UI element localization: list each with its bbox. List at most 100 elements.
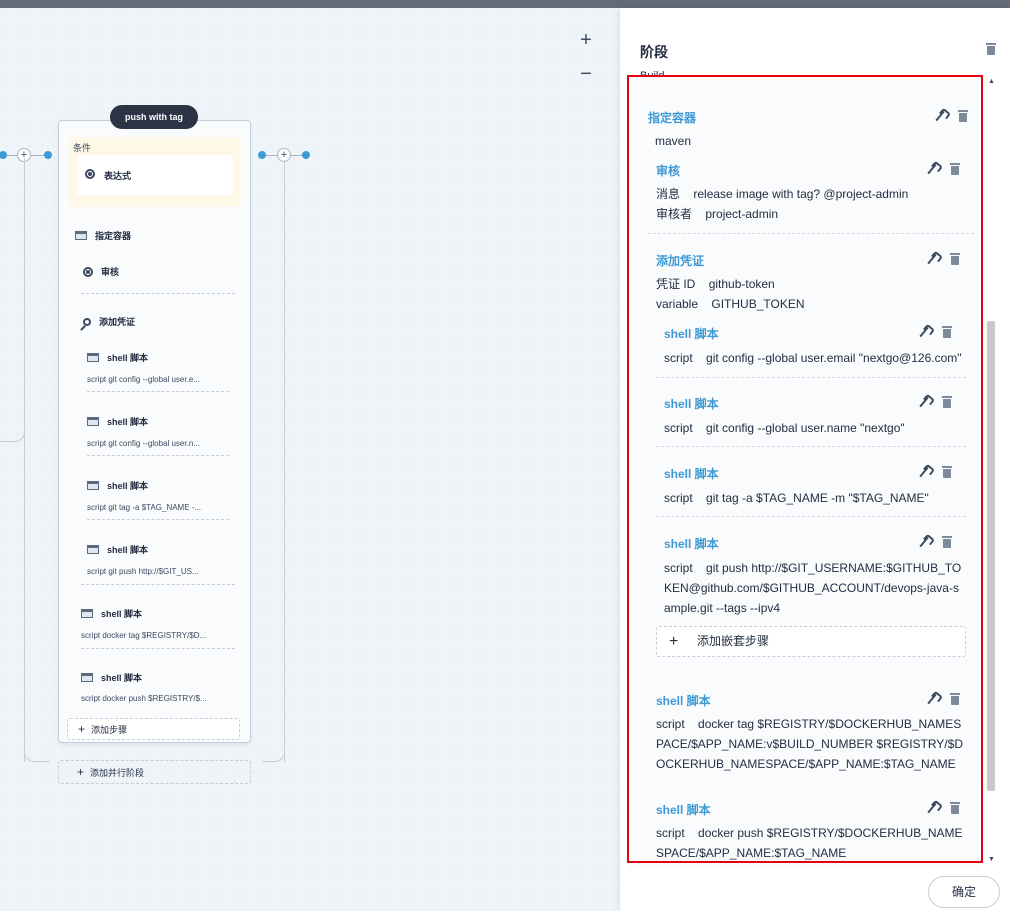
add-parallel-label: 添加并行阶段 (90, 768, 145, 778)
target-icon (85, 169, 95, 179)
credential-variable-value: GITHUB_TOKEN (711, 297, 805, 311)
nested-shell-script: script git config --global user.name "ne… (664, 418, 905, 438)
wrench-icon[interactable] (926, 163, 938, 175)
stage-card[interactable]: 条件 表达式 指定容器 审核 添加凭证 shell 脚本 script git … (58, 120, 251, 743)
step-actions (934, 110, 968, 122)
review-reviewer: 审核者 project-admin (656, 204, 778, 224)
trash-icon[interactable] (950, 802, 960, 814)
wrench-icon[interactable] (918, 326, 930, 338)
step-shell[interactable]: shell 脚本 (87, 543, 148, 556)
trash-icon[interactable] (986, 43, 996, 55)
step-credential[interactable]: 添加凭证 (83, 315, 135, 328)
trash-icon[interactable] (942, 536, 952, 548)
connector-dot (302, 151, 310, 159)
step-review[interactable]: 审核 (83, 265, 119, 278)
confirm-button[interactable]: 确定 (928, 876, 1000, 908)
plus-icon: + (669, 633, 679, 650)
trash-icon[interactable] (942, 396, 952, 408)
step-actions (918, 466, 952, 478)
script-value: git push http://$GIT_USERNAME:$GITHUB_TO… (664, 561, 962, 615)
scroll-up-icon[interactable]: ▲ (988, 78, 995, 85)
shell-script: script docker tag $REGISTRY/$DOCKERHUB_N… (656, 714, 968, 774)
section-title-credential: 添加凭证 (656, 254, 705, 268)
wrench-icon[interactable] (918, 466, 930, 478)
connector-dot (44, 151, 52, 159)
wrench-icon[interactable] (926, 693, 938, 705)
stage-name-badge[interactable]: push with tag (110, 105, 198, 129)
connector-dot (0, 151, 7, 159)
branch-line (24, 158, 25, 762)
script-value: docker push $REGISTRY/$DOCKERHUB_NAMESPA… (656, 826, 963, 860)
plus-icon: + (78, 722, 86, 736)
step-shell[interactable]: shell 脚本 (87, 479, 148, 492)
terminal-icon (81, 673, 93, 682)
reviewer-value: project-admin (705, 207, 779, 221)
add-step-button[interactable]: + 添加步骤 (67, 718, 240, 740)
panel-title: 阶段 (640, 44, 668, 60)
wrench-icon[interactable] (918, 396, 930, 408)
terminal-icon (87, 481, 99, 490)
branch-line (0, 428, 25, 442)
zoom-out-button[interactable]: − (576, 64, 596, 84)
target-icon (83, 266, 93, 277)
add-parallel-stage-button[interactable]: + 添加并行阶段 (58, 760, 251, 784)
step-label: shell 脚本 (107, 545, 149, 555)
step-label: shell 脚本 (107, 417, 149, 427)
condition-expression[interactable]: 表达式 (77, 155, 233, 195)
steps-scroll-area[interactable]: 指定容器 maven 审核 消息 release image with tag?… (628, 76, 996, 868)
scrollbar[interactable]: ▲ ▼ (986, 76, 996, 868)
steps-content: 指定容器 maven 审核 消息 release image with tag?… (628, 76, 980, 868)
step-shell[interactable]: shell 脚本 (81, 607, 142, 620)
scroll-down-icon[interactable]: ▼ (988, 856, 995, 863)
condition-title: 条件 (73, 143, 92, 153)
review-message-key: 消息 (656, 187, 681, 201)
section-title-container: 指定容器 (648, 111, 697, 125)
terminal-icon (75, 231, 87, 240)
terminal-icon (87, 353, 99, 362)
condition-box[interactable]: 条件 表达式 (69, 137, 241, 207)
connector-dot (258, 151, 266, 159)
step-container[interactable]: 指定容器 (75, 229, 131, 242)
key-icon (83, 317, 91, 326)
trash-icon[interactable] (950, 693, 960, 705)
step-script-preview: script git push http://$GIT_US... (87, 567, 199, 576)
step-shell[interactable]: shell 脚本 (87, 415, 148, 428)
script-value: git tag -a $TAG_NAME -m "$TAG_NAME" (706, 491, 929, 505)
step-actions (926, 802, 960, 814)
section-title-review: 审核 (656, 164, 681, 178)
review-message-value: release image with tag? @project-admin (693, 187, 909, 201)
scrollbar-thumb[interactable] (987, 321, 995, 791)
divider (81, 584, 235, 585)
terminal-icon (81, 609, 93, 618)
script-key: script (656, 826, 685, 840)
wrench-icon[interactable] (918, 536, 930, 548)
reviewer-key: 审核者 (656, 207, 693, 221)
step-label: shell 脚本 (107, 353, 149, 363)
divider (87, 455, 229, 456)
step-shell[interactable]: shell 脚本 (81, 671, 142, 684)
trash-icon[interactable] (942, 466, 952, 478)
nested-shell-script: script git push http://$GIT_USERNAME:$GI… (664, 558, 964, 618)
script-value: git config --global user.name "nextgo" (706, 421, 905, 435)
trash-icon[interactable] (950, 253, 960, 265)
zoom-in-button[interactable]: + (576, 30, 596, 50)
shell-title: shell 脚本 (656, 803, 711, 817)
top-bar (0, 0, 1010, 8)
nested-shell-title: shell 脚本 (664, 467, 719, 481)
wrench-icon[interactable] (926, 802, 938, 814)
trash-icon[interactable] (958, 110, 968, 122)
terminal-icon (87, 545, 99, 554)
wrench-icon[interactable] (934, 110, 946, 122)
divider (81, 648, 235, 649)
branch-line (284, 160, 285, 762)
divider (87, 519, 229, 520)
trash-icon[interactable] (942, 326, 952, 338)
trash-icon[interactable] (950, 163, 960, 175)
add-nested-step-button[interactable]: + 添加嵌套步骤 (656, 626, 966, 657)
shell-script: script docker push $REGISTRY/$DOCKERHUB_… (656, 823, 968, 863)
divider (81, 293, 235, 294)
wrench-icon[interactable] (926, 253, 938, 265)
step-actions (918, 326, 952, 338)
step-shell[interactable]: shell 脚本 (87, 351, 148, 364)
terminal-icon (87, 417, 99, 426)
